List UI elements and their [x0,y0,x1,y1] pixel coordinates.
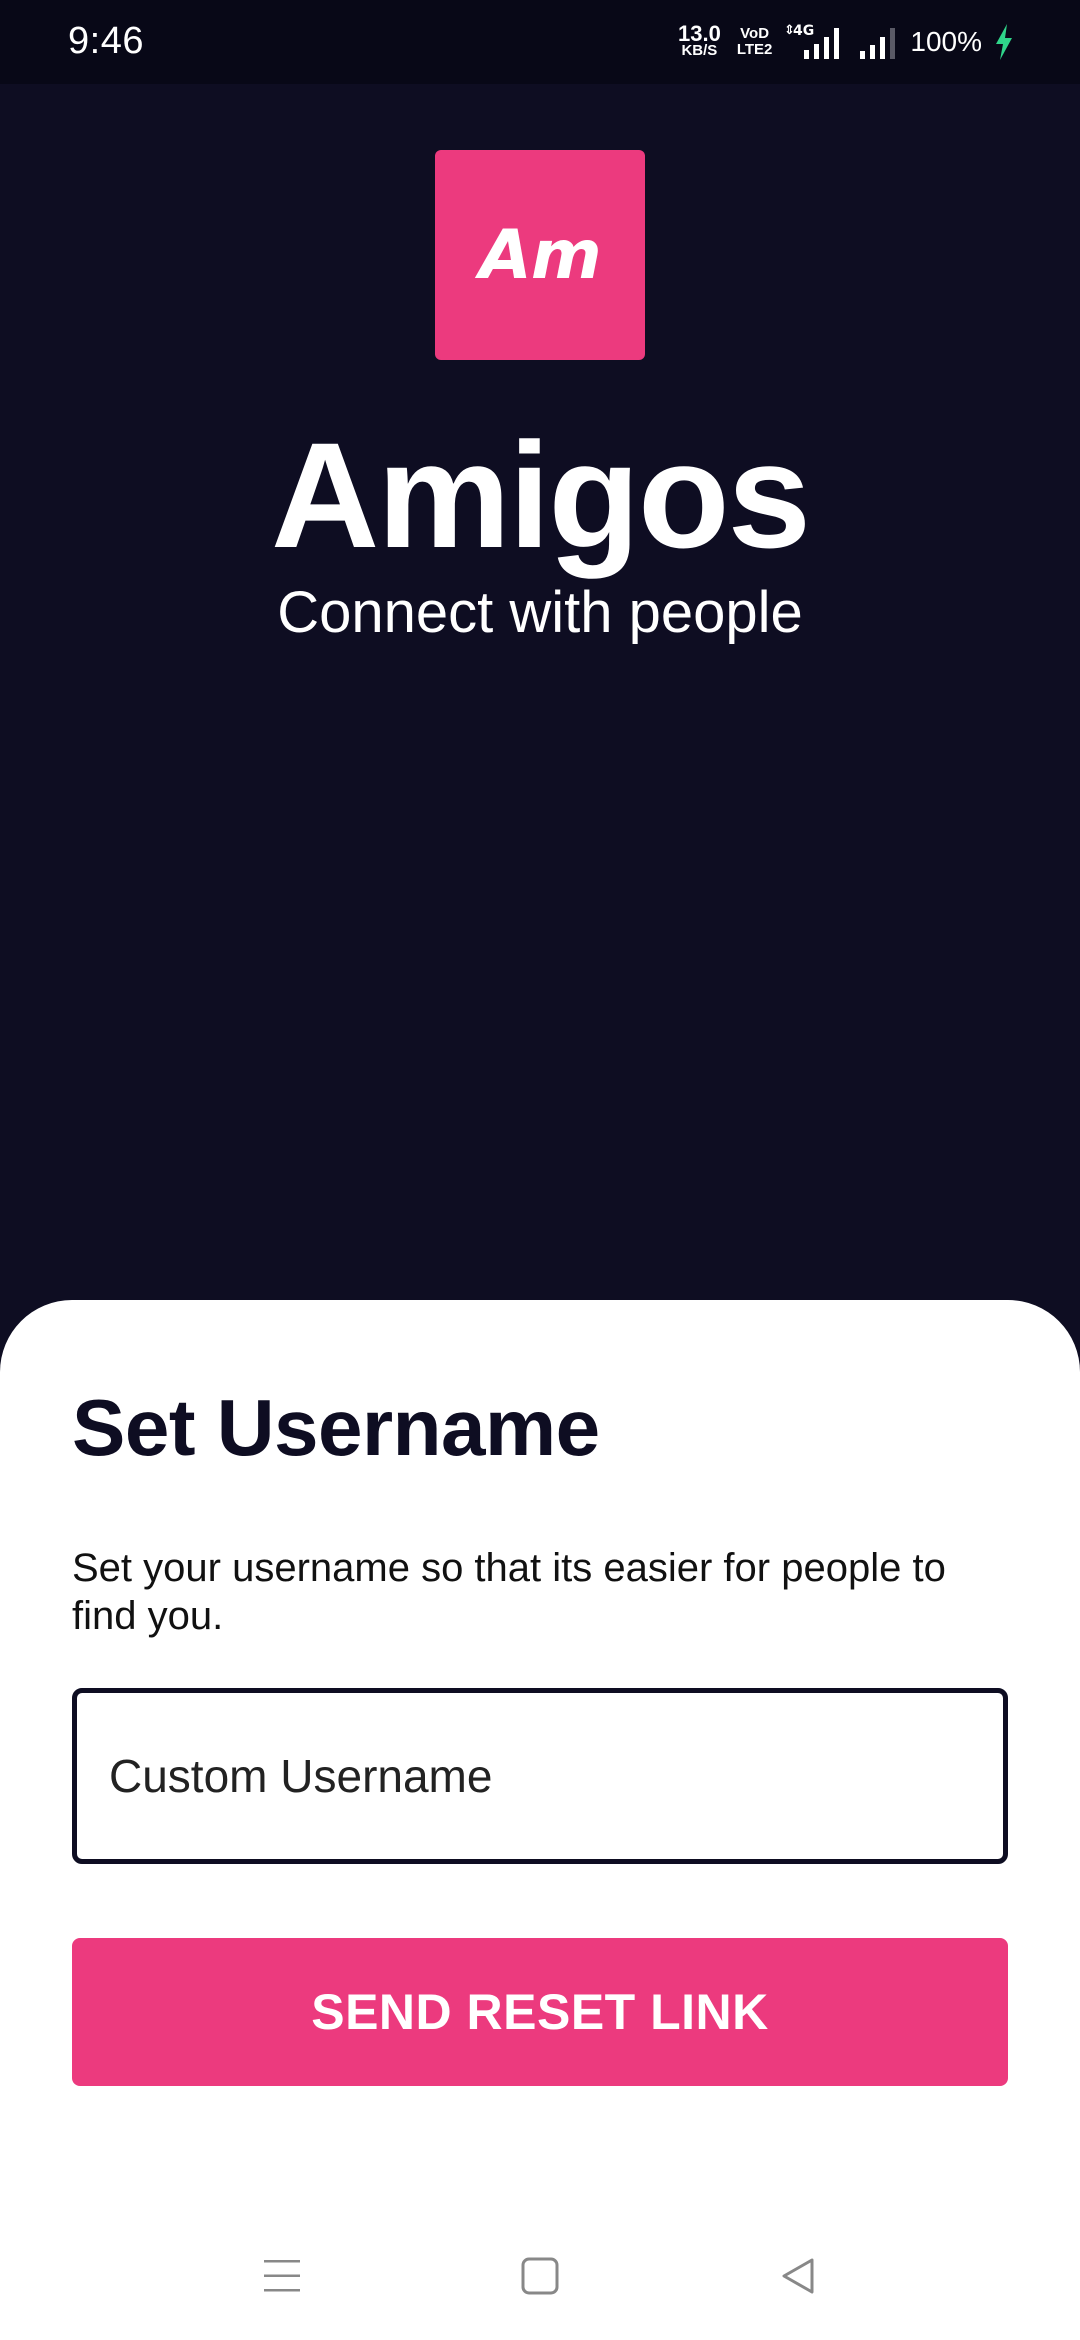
home-icon [521,2257,559,2295]
status-bar: 9:46 13.0 KB/S VoD LTE2 ⇕ 4G 100% [0,0,1080,84]
back-button[interactable] [768,2246,828,2306]
signal-4g-icon: ⇕ 4G [784,23,840,59]
send-reset-link-button[interactable]: SEND RESET LINK [72,1938,1008,2086]
volte-bottom: LTE2 [736,41,773,58]
logo-text: Am [479,215,601,295]
username-input[interactable] [72,1688,1008,1864]
navigation-bar [0,2220,1080,2340]
menu-button[interactable] [252,2246,312,2306]
app-logo: Am [435,150,645,360]
signal-icon [860,28,896,59]
network-speed: 13.0 KB/S [677,21,721,60]
charging-bolt-icon [996,24,1012,60]
volte-top: VoD [740,25,770,42]
app-title: Amigos [270,411,811,579]
network-type-label: 4G [793,23,814,39]
battery-level: 100% [910,26,982,57]
home-button[interactable] [510,2246,570,2306]
network-speed-unit: KB/S [681,42,718,59]
status-time: 9:46 [68,20,144,62]
back-icon [782,2258,814,2294]
volte-indicator: VoD LTE2 [737,26,773,58]
network-speed-value: 13.0 [677,21,721,46]
status-icons: 13.0 KB/S VoD LTE2 ⇕ 4G 100% [678,18,1014,66]
menu-icon [264,2260,300,2292]
form-description: Set your username so that its easier for… [72,1546,946,1638]
username-sheet: Set Username Set your username so that i… [0,1300,1080,2340]
page-title: Set Username [72,1383,600,1472]
app-tagline: Connect with people [277,580,803,645]
